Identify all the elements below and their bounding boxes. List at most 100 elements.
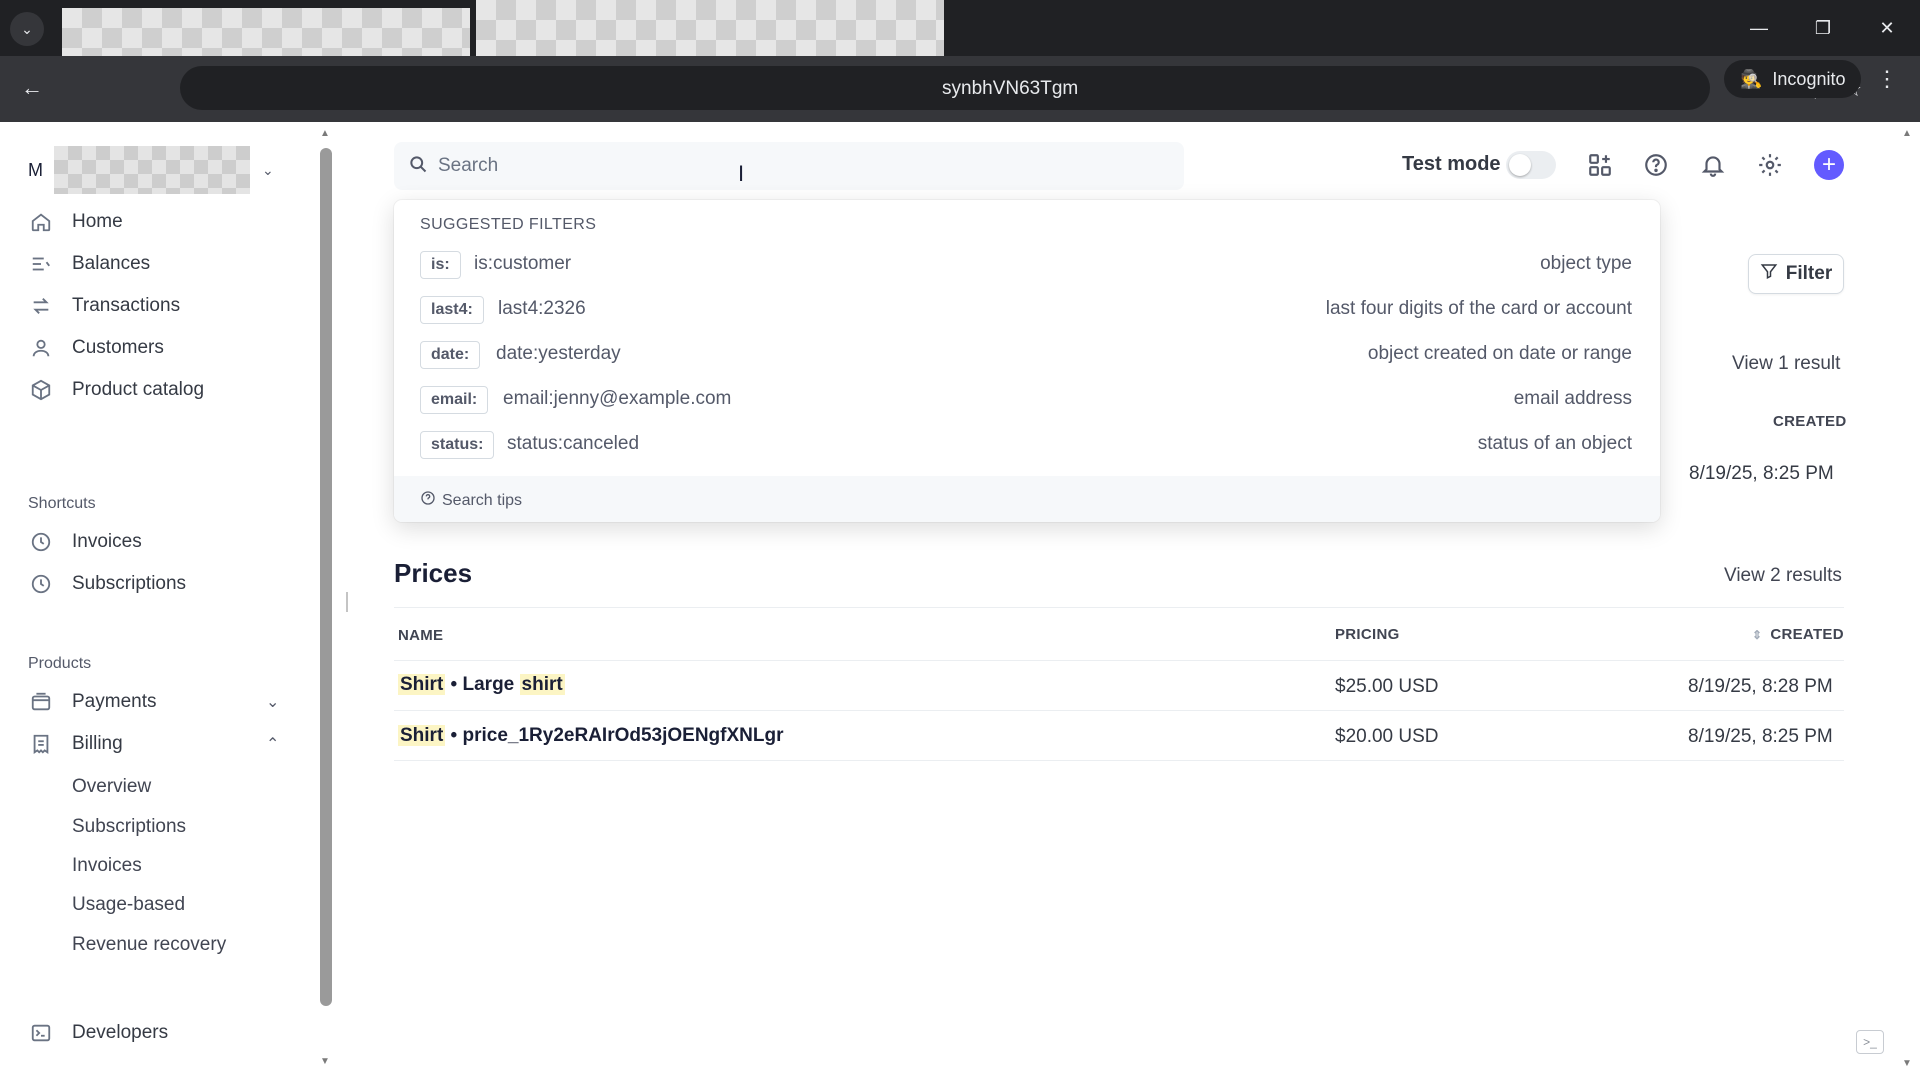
products-heading: Products: [28, 655, 92, 672]
divider: [394, 710, 1844, 711]
page-scroll-down-arrow-icon[interactable]: ▼: [1902, 1058, 1912, 1069]
text-cursor-icon: I: [738, 161, 745, 186]
sidebar-item-customers[interactable]: Customers: [28, 330, 164, 366]
sidebar-item-invoices-shortcut[interactable]: Invoices: [28, 524, 142, 560]
sidebar-item-label: Subscriptions: [72, 573, 187, 594]
incognito-label: Incognito: [1772, 68, 1846, 89]
product-catalog-icon: [28, 377, 54, 403]
chevron-down-icon: ⌄: [262, 161, 274, 178]
test-mode-toggle[interactable]: [1506, 151, 1556, 179]
billing-sub-invoices[interactable]: Invoices: [72, 855, 142, 877]
products-view-results-link[interactable]: View 1 result: [1732, 353, 1840, 375]
sidebar-item-label: Balances: [72, 253, 151, 274]
prices-view-results-link[interactable]: View 2 results: [1724, 565, 1842, 587]
sidebar-item-billing[interactable]: Billing: [28, 726, 123, 762]
sidebar-item-balances[interactable]: Balances: [28, 246, 150, 282]
filter-example: status:canceled: [507, 433, 640, 454]
prices-created-header[interactable]: ⇕ CREATED: [1752, 626, 1844, 643]
filter-key-badge: last4:: [420, 296, 484, 324]
url-field[interactable]: synbhVN63Tgm ☆: [180, 66, 1862, 110]
table-row-name[interactable]: Shirt • Large shirt: [398, 674, 565, 696]
back-arrow-icon[interactable]: ←: [14, 70, 50, 106]
sidebar-item-label: Billing: [72, 733, 123, 754]
shortcuts-heading: Shortcuts: [28, 495, 96, 512]
sidebar-item-developers[interactable]: Developers: [28, 1015, 168, 1051]
suggested-filter-row[interactable]: is: is:customer object type: [394, 245, 1660, 285]
resize-handle[interactable]: [346, 592, 348, 612]
filter-key-badge: status:: [420, 431, 495, 459]
page-scroll-up-arrow-icon[interactable]: ▲: [1902, 128, 1912, 139]
divider: [394, 760, 1844, 761]
sidebar-item-label: Home: [72, 211, 123, 232]
billing-icon: [28, 731, 54, 757]
create-plus-icon[interactable]: +: [1814, 150, 1844, 180]
sidebar-item-home[interactable]: Home: [28, 204, 123, 240]
filter-button[interactable]: Filter: [1748, 254, 1844, 294]
bell-icon[interactable]: [1698, 150, 1728, 180]
filter-label: Filter: [1785, 263, 1833, 284]
sidebar-item-label: Developers: [72, 1022, 169, 1043]
sidebar-item-product-catalog[interactable]: Product catalog: [28, 372, 204, 408]
help-icon[interactable]: [1641, 150, 1671, 180]
dropdown-footer: Search tips: [394, 476, 1660, 522]
filter-example: email:jenny@example.com: [503, 388, 732, 409]
sidebar-item-label: Transactions: [72, 295, 181, 316]
help-circle-icon: [420, 490, 436, 511]
chevron-up-icon[interactable]: ⌃: [266, 734, 279, 754]
divider: [394, 660, 1844, 661]
suggested-filter-row[interactable]: date: date:yesterday object created on d…: [394, 335, 1660, 375]
window-minimize-icon[interactable]: —: [1736, 10, 1782, 46]
search-icon: [408, 154, 432, 178]
billing-sub-revenue-recovery[interactable]: Revenue recovery: [72, 934, 226, 956]
table-row-created: 8/19/25, 8:25 PM: [1688, 726, 1833, 747]
sidebar-item-payments[interactable]: Payments: [28, 684, 156, 720]
sidebar-item-transactions[interactable]: Transactions: [28, 288, 180, 324]
window-restore-icon[interactable]: ❐: [1800, 10, 1846, 46]
filter-description: object type: [1540, 253, 1632, 274]
window-close-icon[interactable]: ✕: [1864, 10, 1910, 46]
search-suggestions-dropdown: SUGGESTED FILTERS is: is:customer object…: [394, 200, 1660, 522]
browser-menu-icon[interactable]: ⋮: [1876, 66, 1898, 92]
prices-pricing-header: PRICING: [1335, 626, 1400, 643]
table-row-pricing: $20.00 USD: [1335, 726, 1439, 747]
name-highlight: Shirt: [398, 674, 446, 695]
filter-description: status of an object: [1477, 433, 1632, 454]
suggested-filter-row[interactable]: last4: last4:2326 last four digits of th…: [394, 290, 1660, 330]
name-highlight: shirt: [519, 674, 565, 695]
suggested-filter-row[interactable]: email: email:jenny@example.com email add…: [394, 380, 1660, 420]
incognito-badge[interactable]: 🕵 Incognito: [1724, 60, 1862, 98]
account-switcher[interactable]: M ⌄: [28, 146, 288, 194]
account-initial: M: [28, 159, 43, 180]
name-highlight: Shirt: [398, 725, 446, 746]
incognito-icon: 🕵: [1740, 68, 1763, 89]
sidebar-item-label: Customers: [72, 337, 164, 358]
suggested-filter-row[interactable]: status: status:canceled status of an obj…: [394, 425, 1660, 465]
filter-funnel-icon: [1760, 262, 1778, 286]
sidebar-item-label: Product catalog: [72, 379, 205, 400]
products-created-header[interactable]: CREATED: [1773, 413, 1847, 430]
sidebar-item-label: Invoices: [72, 531, 142, 552]
search-tips-link[interactable]: Search tips: [420, 490, 522, 511]
sidebar-scrollbar-thumb[interactable]: [320, 148, 332, 1006]
scroll-down-arrow-icon[interactable]: ▼: [320, 1056, 330, 1067]
transactions-icon: [28, 293, 54, 319]
name-rest: price_1Ry2eRAIrOd53jOENgfXNLgr: [462, 725, 784, 746]
prices-section-title: Prices: [394, 558, 473, 588]
filter-description: object created on date or range: [1367, 343, 1632, 364]
search-bar[interactable]: [394, 142, 1184, 190]
gear-icon[interactable]: [1755, 150, 1785, 180]
search-tips-label: Search tips: [442, 491, 523, 509]
scroll-up-arrow-icon[interactable]: ▲: [320, 128, 330, 139]
balances-icon: [28, 251, 54, 277]
chevron-down-icon[interactable]: ⌄: [266, 692, 279, 712]
terminal-shell-icon[interactable]: >_: [1856, 1030, 1884, 1054]
billing-sub-usage-based[interactable]: Usage-based: [72, 894, 185, 916]
sidebar-item-subscriptions-shortcut[interactable]: Subscriptions: [28, 566, 186, 602]
apps-grid-icon[interactable]: [1585, 150, 1615, 180]
tab-search-chevron-icon[interactable]: ⌄: [10, 12, 44, 46]
search-input[interactable]: [438, 142, 1138, 190]
billing-sub-overview[interactable]: Overview: [72, 776, 151, 798]
billing-sub-subscriptions[interactable]: Subscriptions: [72, 816, 186, 838]
table-row-name[interactable]: Shirt • price_1Ry2eRAIrOd53jOENgfXNLgr: [398, 725, 784, 747]
browser-tab-bar: ⌄ — ❐ ✕: [0, 0, 1920, 104]
